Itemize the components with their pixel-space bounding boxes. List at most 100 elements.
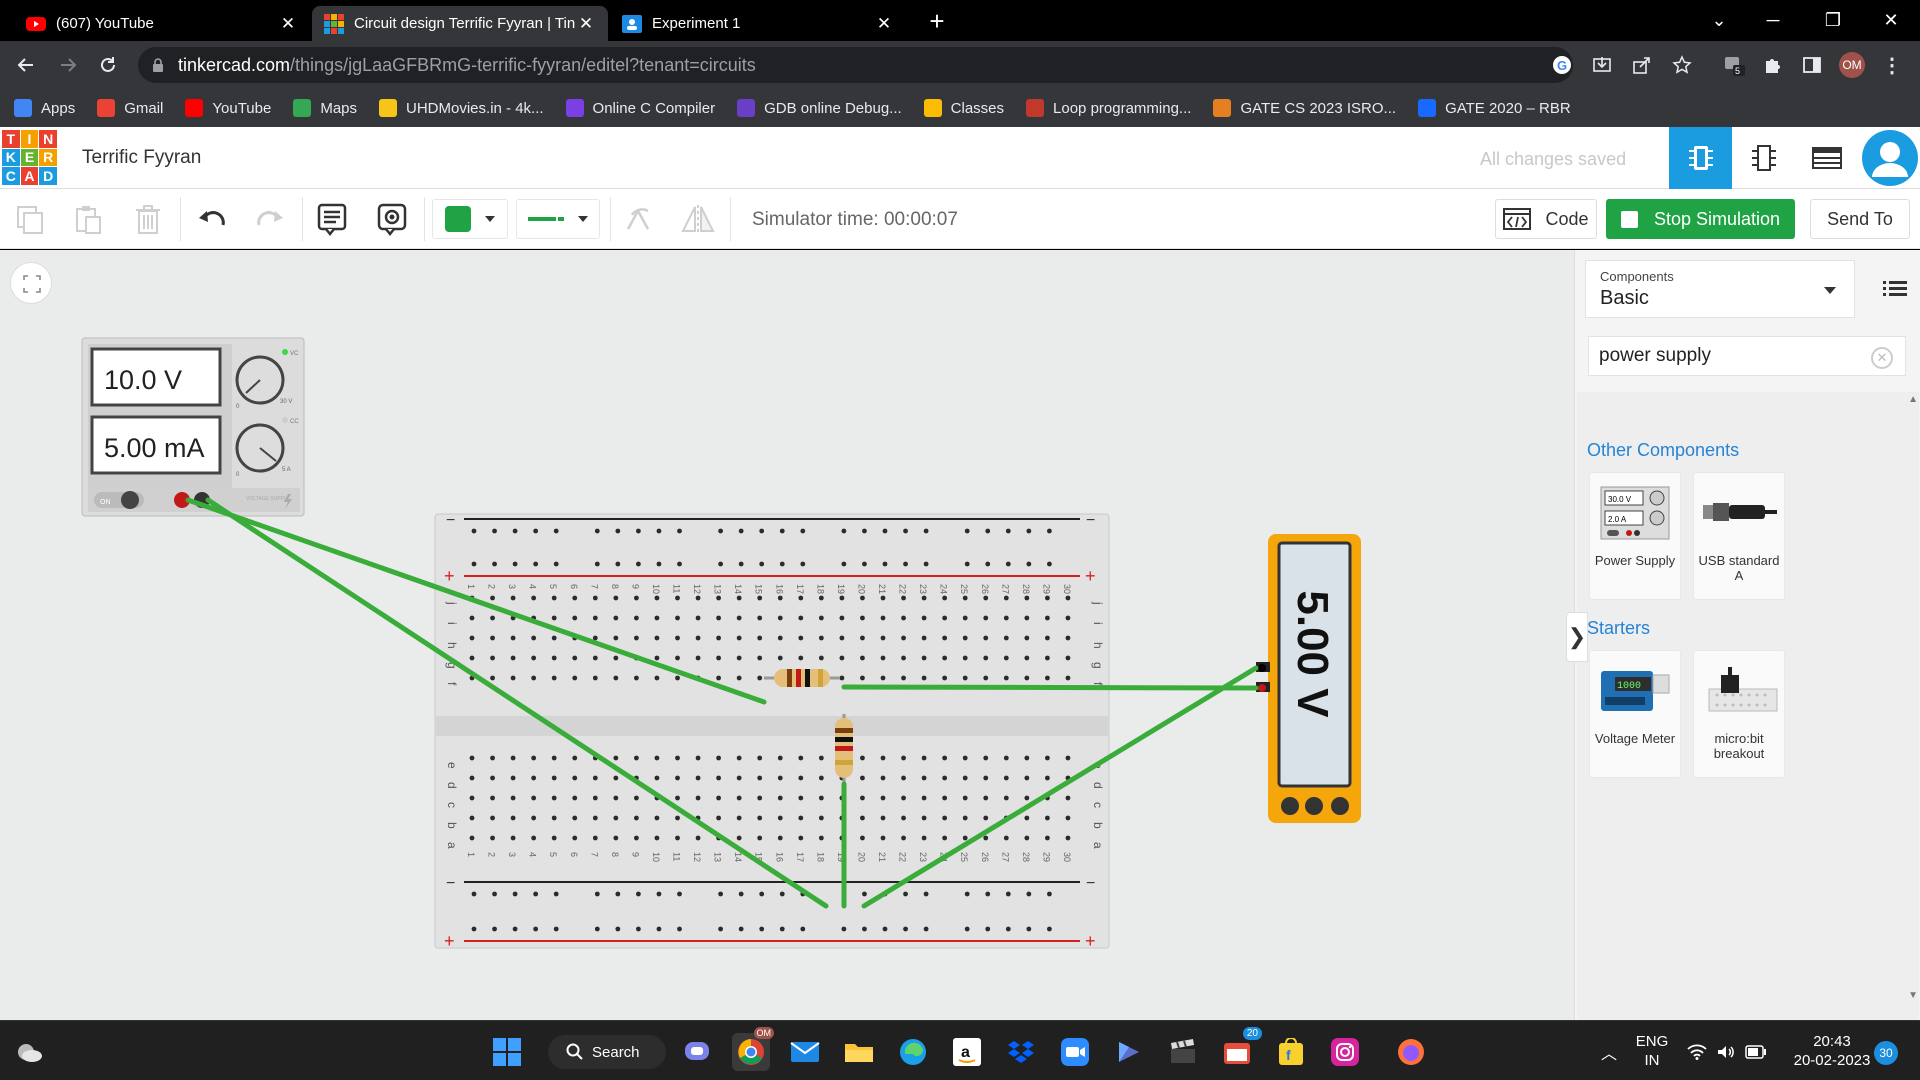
- edge-icon[interactable]: [894, 1033, 932, 1071]
- circuit-view-button[interactable]: [1669, 127, 1732, 189]
- bookmark-item[interactable]: GATE 2020 – RBR: [1418, 99, 1571, 117]
- close-tab-icon[interactable]: ✕: [278, 14, 298, 34]
- paste-button[interactable]: [68, 199, 108, 239]
- terminal-hole: [1024, 675, 1030, 681]
- bookmark-item[interactable]: Loop programming...: [1026, 99, 1191, 117]
- tray-overflow-icon[interactable]: ︿: [1590, 1033, 1628, 1071]
- tab-experiment[interactable]: Experiment 1 ✕: [610, 6, 906, 41]
- tab-tinkercad[interactable]: Circuit design Terrific Fyyran | Tin ✕: [312, 6, 608, 41]
- clear-search-icon[interactable]: ✕: [1871, 347, 1893, 369]
- tinkercad-logo[interactable]: T I N K E R C A D: [2, 130, 57, 185]
- dropbox-icon[interactable]: [1002, 1033, 1040, 1071]
- row-letter: g: [1091, 662, 1105, 669]
- extension-badge-icon[interactable]: 5: [1720, 51, 1748, 79]
- bookmark-item[interactable]: Apps: [14, 99, 75, 117]
- column-number: 18: [815, 584, 825, 594]
- chrome-menu-icon[interactable]: ⋮: [1878, 51, 1906, 79]
- components-dropdown[interactable]: Components Basic: [1585, 260, 1855, 318]
- bookmark-item[interactable]: UHDMovies.in - 4k...: [379, 99, 544, 117]
- circuit-workspace[interactable]: − − + + − − + + j j i i h h g g f f e e d d c c b b a a 1 1 2 2 3 3 4 4 5 5 6 6…: [0, 250, 1574, 1020]
- scroll-down-icon[interactable]: ▼: [1908, 990, 1918, 1001]
- new-tab-button[interactable]: +: [922, 6, 952, 37]
- project-title[interactable]: Terrific Fyyran: [82, 147, 201, 169]
- share-icon[interactable]: [1628, 51, 1656, 79]
- terminal-hole: [551, 815, 557, 821]
- tab-youtube[interactable]: (607) YouTube ✕: [14, 6, 310, 41]
- chrome-taskbar-icon[interactable]: OM: [732, 1027, 774, 1071]
- bookmark-item[interactable]: YouTube: [185, 99, 271, 117]
- flipkart-icon[interactable]: f: [1272, 1033, 1310, 1071]
- wire-color-picker[interactable]: [432, 199, 508, 239]
- notification-badge[interactable]: 30: [1874, 1041, 1898, 1065]
- close-window-button[interactable]: ✕: [1868, 0, 1914, 40]
- bookmark-item[interactable]: GDB online Debug...: [737, 99, 902, 117]
- amazon-icon[interactable]: a: [948, 1033, 986, 1071]
- teams-chat-icon[interactable]: [678, 1033, 716, 1071]
- zoom-icon[interactable]: [1056, 1033, 1094, 1071]
- column-number: 10: [651, 852, 661, 862]
- start-button[interactable]: [488, 1033, 526, 1071]
- rotate-button[interactable]: [618, 199, 658, 239]
- component-card-usb-standard-a[interactable]: USB standard A: [1693, 472, 1785, 600]
- close-tab-icon[interactable]: ✕: [874, 14, 894, 34]
- extensions-puzzle-icon[interactable]: [1758, 51, 1786, 79]
- schematic-view-button[interactable]: [1732, 127, 1795, 189]
- instagram-icon[interactable]: [1326, 1033, 1364, 1071]
- wire-type-picker[interactable]: [516, 199, 600, 239]
- collapse-panel-button[interactable]: ❯: [1566, 612, 1588, 662]
- minimize-button[interactable]: ─: [1750, 0, 1796, 40]
- tab-search-icon[interactable]: ⌄: [1696, 0, 1742, 40]
- delete-button[interactable]: [128, 199, 168, 239]
- bookmark-item[interactable]: Gmail: [97, 99, 163, 117]
- close-tab-icon[interactable]: ✕: [576, 14, 596, 34]
- component-list-view-button[interactable]: [1795, 127, 1858, 189]
- mail-icon[interactable]: [786, 1033, 824, 1071]
- address-input[interactable]: tinkercad.com/things/jgLaaGFBRmG-terrifi…: [138, 47, 1573, 83]
- bookmark-item[interactable]: GATE CS 2023 ISRO...: [1213, 99, 1396, 117]
- back-button[interactable]: [10, 49, 42, 81]
- google-lens-icon[interactable]: G: [1548, 51, 1576, 79]
- prime-video-icon[interactable]: [1110, 1033, 1148, 1071]
- column-number: 1: [466, 584, 476, 589]
- profile-avatar[interactable]: OM: [1838, 51, 1866, 79]
- bookmark-item[interactable]: Maps: [293, 99, 357, 117]
- firefox-icon[interactable]: [1392, 1033, 1430, 1071]
- terminal-hole: [880, 755, 886, 761]
- component-card-voltage-meter[interactable]: 1000 Voltage Meter: [1589, 650, 1681, 778]
- side-panel-icon[interactable]: [1798, 51, 1826, 79]
- terminal-hole: [654, 755, 660, 761]
- user-avatar[interactable]: [1858, 127, 1920, 189]
- forward-button[interactable]: [52, 49, 84, 81]
- list-view-toggle[interactable]: [1875, 260, 1915, 318]
- bookmark-star-icon[interactable]: [1668, 51, 1696, 79]
- stop-simulation-button[interactable]: Stop Simulation: [1606, 199, 1795, 239]
- system-tray-status[interactable]: [1682, 1033, 1772, 1071]
- install-app-icon[interactable]: [1588, 51, 1616, 79]
- redo-button[interactable]: [250, 199, 290, 239]
- bookmark-item[interactable]: Online C Compiler: [565, 99, 715, 117]
- notes-button[interactable]: [312, 199, 352, 239]
- undo-button[interactable]: [192, 199, 232, 239]
- toggle-notes-visibility-button[interactable]: [372, 199, 412, 239]
- send-to-button[interactable]: Send To: [1810, 199, 1910, 239]
- bookmark-label: GATE 2020 – RBR: [1445, 99, 1571, 117]
- weather-icon[interactable]: [10, 1033, 48, 1071]
- bookmark-item[interactable]: Classes: [923, 99, 1004, 117]
- component-card-power-supply[interactable]: 30.0 V 2.0 A Power Supply: [1589, 472, 1681, 600]
- terminal-hole: [942, 775, 948, 781]
- scroll-up-icon[interactable]: ▲: [1908, 394, 1918, 405]
- restore-button[interactable]: ❐: [1810, 0, 1856, 40]
- flip-button[interactable]: [678, 199, 718, 239]
- copy-button[interactable]: [10, 199, 50, 239]
- code-button[interactable]: Code: [1495, 199, 1597, 239]
- clipchamp-icon[interactable]: [1164, 1033, 1202, 1071]
- file-explorer-icon[interactable]: [840, 1033, 878, 1071]
- component-search-input[interactable]: power supply ✕: [1588, 336, 1906, 376]
- calendar-icon[interactable]: 20: [1218, 1027, 1262, 1071]
- note-eye-icon: [377, 203, 407, 236]
- taskbar-search-button[interactable]: Search: [548, 1035, 666, 1069]
- clock[interactable]: 20:43 20-02-2023: [1782, 1032, 1882, 1070]
- reload-button[interactable]: [92, 49, 124, 81]
- component-card-microbit-breakout[interactable]: micro:bit breakout: [1693, 650, 1785, 778]
- language-indicator[interactable]: ENG IN: [1626, 1032, 1678, 1070]
